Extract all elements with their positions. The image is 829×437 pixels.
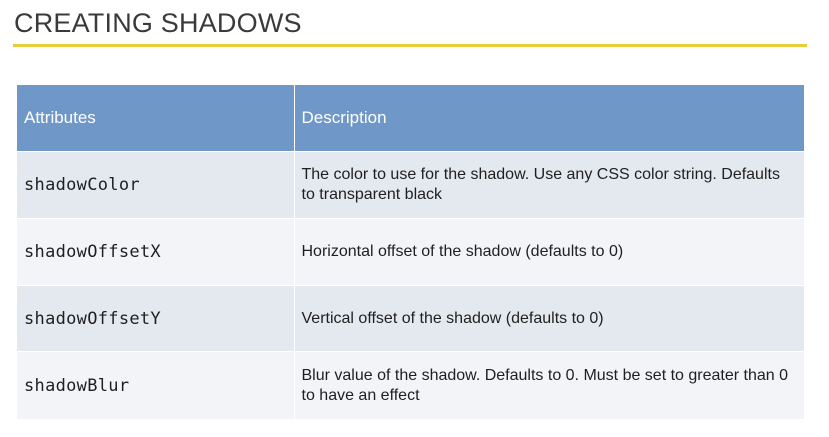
page-title: CREATING SHADOWS [14,8,302,38]
table-row: shadowOffsetY Vertical offset of the sha… [17,285,804,352]
column-header-description: Description [294,85,804,152]
title-underline [13,44,807,47]
table-header-row: Attributes Description [17,85,804,152]
table-row: shadowColor The color to use for the sha… [17,151,804,219]
attribute-name: shadowBlur [17,351,295,419]
table-row: shadowBlur Blur value of the shadow. Def… [17,351,804,419]
table-row: shadowOffsetX Horizontal offset of the s… [17,218,804,286]
attribute-name: shadowOffsetX [17,218,295,286]
attribute-name: shadowColor [17,151,295,219]
attribute-name: shadowOffsetY [17,285,295,352]
attribute-description: Horizontal offset of the shadow (default… [294,218,804,286]
column-header-attributes: Attributes [17,85,295,152]
attribute-description: Vertical offset of the shadow (defaults … [294,285,804,352]
attributes-table: Attributes Description shadowColor The c… [17,85,804,419]
attribute-description: The color to use for the shadow. Use any… [294,151,804,219]
attribute-description: Blur value of the shadow. Defaults to 0.… [294,351,804,419]
